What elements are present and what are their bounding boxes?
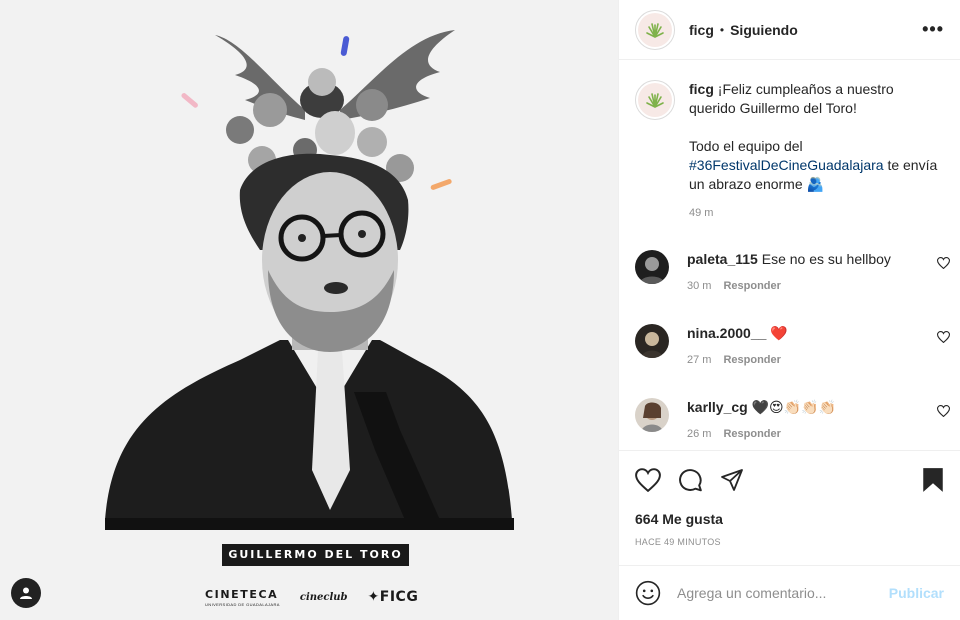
portrait-illustration bbox=[105, 30, 514, 530]
hashtag-link[interactable]: #36FestivalDeCineGuadalajara bbox=[689, 157, 884, 173]
comment-username[interactable]: paleta_115 bbox=[687, 251, 758, 267]
heart-icon[interactable] bbox=[936, 404, 951, 420]
caption-time[interactable]: 49 m bbox=[689, 204, 944, 223]
comment-item: karlly_cg 🖤😍👏🏻👏🏻👏🏻 26 m Responder bbox=[619, 398, 960, 440]
agave-logo-icon bbox=[638, 83, 672, 117]
sponsor-logos: CINETECA UNIVERSIDAD DE GUADALAJARA cine… bbox=[205, 586, 435, 608]
user-icon bbox=[20, 587, 32, 599]
comment-item: nina.2000__ ❤️ 27 m Responder bbox=[619, 324, 960, 366]
cineclub-logo: cineclub bbox=[299, 591, 348, 603]
ficg-logo-text: FICG bbox=[379, 589, 419, 605]
avatar-image-icon bbox=[635, 398, 669, 432]
like-heart-icon[interactable] bbox=[635, 468, 661, 492]
name-plate: GUILLERMO DEL TORO bbox=[222, 544, 409, 566]
more-horizontal-icon[interactable]: ••• bbox=[922, 19, 944, 40]
post-image[interactable]: GUILLERMO DEL TORO CINETECA UNIVERSIDAD … bbox=[0, 0, 619, 620]
follow-status-button[interactable]: Siguiendo bbox=[730, 22, 798, 38]
tagged-user-button[interactable] bbox=[11, 578, 41, 608]
comment-item: paleta_115 Ese no es su hellboy 30 m Resp… bbox=[619, 250, 960, 292]
caption-line1: ¡Feliz cumpleaños a nuestro querido Guil… bbox=[689, 81, 894, 116]
caption-avatar[interactable] bbox=[635, 80, 675, 120]
post-header: ficg • Siguiendo ••• bbox=[619, 0, 960, 60]
cineteca-logo-text: CINETECA bbox=[205, 587, 279, 601]
add-comment-bar: Publicar bbox=[619, 565, 960, 620]
avatar[interactable] bbox=[635, 9, 675, 50]
comment-input[interactable] bbox=[677, 585, 877, 601]
comment-avatar[interactable] bbox=[635, 398, 669, 432]
caption-p2-before: Todo el equipo del bbox=[689, 138, 803, 154]
comment-time[interactable]: 27 m bbox=[687, 354, 711, 366]
comment-bubble-icon[interactable] bbox=[677, 467, 703, 493]
avatar-image-icon bbox=[635, 324, 669, 358]
comment-time[interactable]: 26 m bbox=[687, 428, 711, 440]
ficg-logo: ✦FICG bbox=[367, 589, 419, 605]
header-username[interactable]: ficg bbox=[689, 22, 714, 38]
reply-button[interactable]: Responder bbox=[723, 280, 780, 292]
likes-count[interactable]: 664 Me gusta bbox=[619, 511, 960, 527]
comment-time[interactable]: 30 m bbox=[687, 280, 711, 292]
agave-logo-icon bbox=[638, 12, 672, 47]
comment-text: ❤️ bbox=[770, 325, 788, 341]
cineteca-logo-subtext: UNIVERSIDAD DE GUADALAJARA bbox=[205, 601, 280, 607]
reply-button[interactable]: Responder bbox=[723, 354, 780, 366]
caption-username[interactable]: ficg bbox=[689, 81, 714, 97]
comment-username[interactable]: nina.2000__ bbox=[687, 325, 766, 341]
comment-text: Ese no es su hellboy bbox=[761, 251, 891, 267]
heart-icon[interactable] bbox=[936, 330, 951, 346]
header-separator: • bbox=[719, 22, 725, 37]
reply-button[interactable]: Responder bbox=[723, 428, 780, 440]
comment-avatar[interactable] bbox=[635, 250, 669, 284]
share-paper-plane-icon[interactable] bbox=[719, 468, 745, 492]
heart-icon[interactable] bbox=[936, 256, 951, 272]
comment-avatar[interactable] bbox=[635, 324, 669, 358]
post-actions: 664 Me gusta HACE 49 MINUTOS bbox=[619, 450, 960, 565]
post-caption: ficg ¡Feliz cumpleaños a nuestro querido… bbox=[619, 60, 960, 223]
emoji-smile-icon[interactable] bbox=[635, 580, 661, 606]
publish-button[interactable]: Publicar bbox=[889, 585, 944, 601]
caption-text: ficg ¡Feliz cumpleaños a nuestro querido… bbox=[689, 80, 944, 223]
posted-time[interactable]: HACE 49 MINUTOS bbox=[619, 537, 960, 547]
bookmark-icon[interactable] bbox=[922, 467, 944, 493]
cineteca-logo: CINETECA UNIVERSIDAD DE GUADALAJARA bbox=[205, 588, 280, 607]
comment-text: 🖤😍👏🏻👏🏻👏🏻 bbox=[751, 399, 836, 415]
comment-username[interactable]: karlly_cg bbox=[687, 399, 748, 415]
avatar-image-icon bbox=[635, 250, 669, 284]
post-sidebar: ficg • Siguiendo ••• ficg ¡Feliz cumplea… bbox=[619, 0, 960, 620]
